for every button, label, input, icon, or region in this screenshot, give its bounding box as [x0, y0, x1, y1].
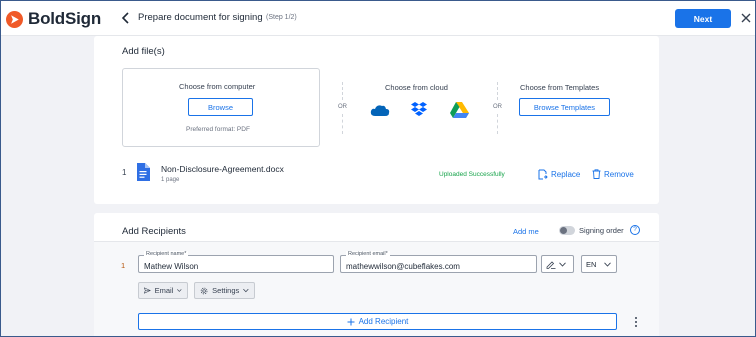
replace-file-icon — [538, 169, 548, 180]
recipient-email-input[interactable] — [341, 258, 536, 275]
format-hint: Preferred format: PDF — [186, 126, 250, 133]
chevron-down-icon — [559, 261, 566, 267]
cloud-heading: Choose from cloud — [385, 83, 448, 92]
back-button[interactable] — [119, 11, 133, 25]
signing-order-label: Signing order — [579, 226, 624, 235]
add-files-title: Add file(s) — [122, 46, 165, 57]
boldsign-logo-icon — [6, 10, 23, 28]
help-icon[interactable]: ? — [630, 225, 640, 235]
logo: BoldSign — [6, 9, 101, 29]
divider — [497, 114, 498, 134]
replace-button[interactable]: Replace — [538, 169, 580, 180]
signature-pen-icon — [546, 260, 556, 269]
recipient-email-label: Recipient email* — [346, 251, 390, 258]
divider — [342, 114, 343, 134]
chevron-down-icon — [604, 261, 612, 267]
signing-order-toggle[interactable] — [559, 226, 575, 235]
file-name: Non-Disclosure-Agreement.docx — [161, 164, 284, 174]
browse-button[interactable]: Browse — [188, 98, 253, 116]
recipient-name-input[interactable] — [139, 258, 333, 275]
top-bar: BoldSign Prepare document for signing (S… — [1, 1, 755, 36]
chevron-down-icon — [177, 289, 182, 292]
computer-heading: Choose from computer — [179, 82, 256, 91]
recipient-index: 1 — [121, 261, 126, 270]
add-recipients-card: Add Recipients Add me Signing order ? 1 … — [94, 213, 659, 336]
add-recipient-label: Add Recipient — [358, 317, 409, 326]
delivery-mode-label: Email — [154, 286, 174, 295]
next-button[interactable]: Next — [675, 9, 731, 28]
close-icon[interactable] — [740, 12, 752, 24]
uploaded-file-row: 1 Non-Disclosure-Agreement.docx 1 page U… — [94, 158, 659, 188]
trash-icon — [592, 169, 601, 179]
browse-templates-button[interactable]: Browse Templates — [519, 98, 610, 116]
delivery-mode-dropdown[interactable]: Email — [138, 282, 188, 299]
templates-heading: Choose from Templates — [520, 83, 600, 92]
recipient-email-field[interactable]: Recipient email* — [340, 251, 537, 275]
recipient-name-label: Recipient name* — [144, 251, 189, 258]
choose-from-computer-box: Choose from computer Browse Preferred fo… — [122, 68, 320, 147]
app-name: BoldSign — [28, 9, 101, 28]
page-title: Prepare document for signing — [138, 12, 263, 23]
language-dropdown[interactable]: EN — [581, 255, 617, 273]
divider — [497, 82, 498, 100]
or-label: OR — [338, 104, 347, 110]
settings-label: Settings — [212, 286, 240, 295]
replace-label: Replace — [551, 170, 581, 179]
google-drive-icon[interactable] — [450, 102, 469, 118]
send-icon — [144, 287, 151, 294]
add-recipient-button[interactable]: Add Recipient — [138, 313, 617, 330]
step-indicator: (Step 1/2) — [266, 14, 297, 21]
onedrive-icon[interactable] — [370, 103, 390, 117]
or-label: OR — [493, 104, 502, 110]
file-pages: 1 page — [161, 177, 180, 183]
gear-icon — [200, 287, 208, 294]
more-options-icon[interactable] — [632, 316, 640, 328]
document-icon — [137, 163, 150, 181]
recipient-name-field[interactable]: Recipient name* — [138, 251, 334, 275]
language-value: EN — [586, 259, 597, 269]
plus-icon — [347, 318, 355, 325]
add-recipients-title: Add Recipients — [122, 226, 186, 237]
app-window: BoldSign Prepare document for signing (S… — [0, 0, 756, 337]
recipient-settings-dropdown[interactable]: Settings — [194, 282, 255, 299]
divider — [342, 82, 343, 100]
chevron-down-icon — [243, 288, 249, 293]
dropbox-icon[interactable] — [410, 101, 428, 119]
upload-status: Uploaded Successfully — [439, 171, 505, 178]
file-index: 1 — [122, 168, 127, 177]
remove-button[interactable]: Remove — [592, 169, 634, 179]
signer-role-dropdown[interactable] — [541, 255, 574, 273]
add-me-link[interactable]: Add me — [513, 227, 539, 236]
remove-label: Remove — [604, 169, 634, 179]
add-files-card: Add file(s) Choose from computer Browse … — [94, 36, 659, 204]
